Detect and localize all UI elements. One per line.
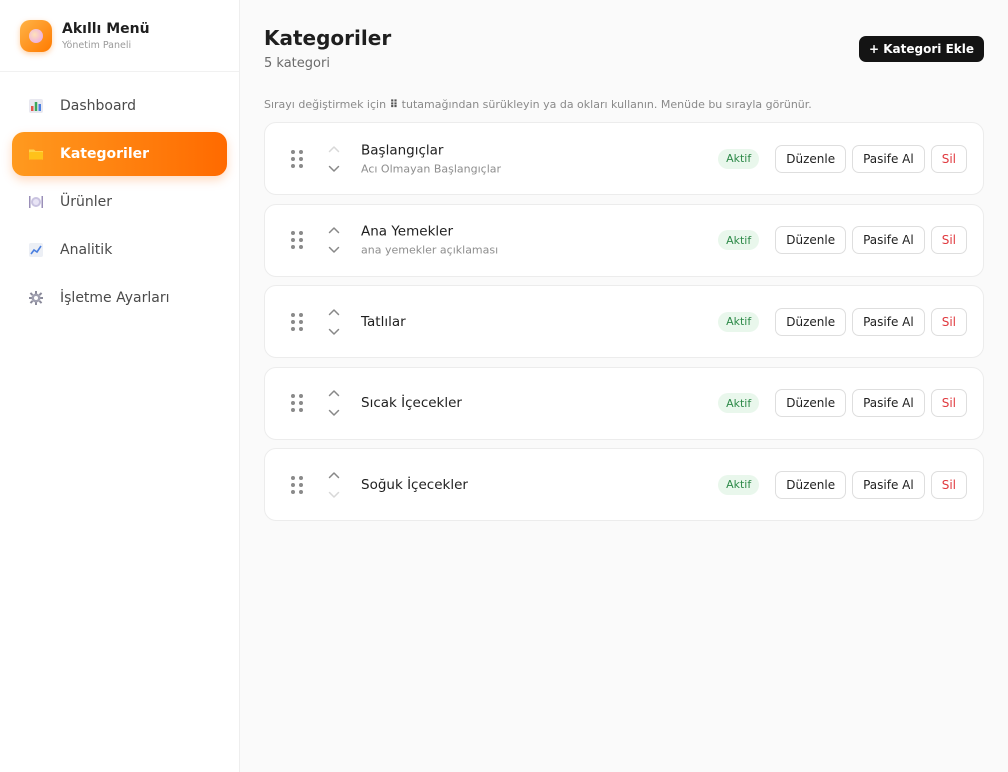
category-list: Başlangıçlar Acı Olmayan Başlangıçlar Ak…: [264, 122, 984, 530]
sidebar-item-kategoriler[interactable]: Kategoriler: [12, 132, 227, 176]
reorder-arrows: [327, 220, 341, 260]
gear-icon: [28, 290, 44, 306]
category-row: Tatlılar Aktif Düzenle Pasife Al Sil: [264, 285, 984, 358]
chevron-up-icon: [328, 227, 340, 234]
deactivate-button[interactable]: Pasife Al: [852, 144, 925, 173]
move-down-button[interactable]: [327, 488, 341, 502]
reorder-arrows: [327, 383, 341, 423]
category-name: Soğuk İçecekler: [361, 476, 468, 493]
brand: Akıllı Menü Yönetim Paneli: [0, 0, 239, 72]
edit-button[interactable]: Düzenle: [775, 389, 847, 417]
delete-button[interactable]: Sil: [930, 389, 967, 417]
sidebar-item-label: Analitik: [60, 242, 113, 258]
category-row: Soğuk İçecekler Aktif Düzenle Pasife Al …: [264, 448, 984, 521]
sidebar-item-urunler[interactable]: Ürünler: [12, 180, 227, 224]
sidebar-item-label: Ürünler: [60, 194, 113, 210]
category-description: Acı Olmayan Başlangıçlar: [361, 162, 502, 175]
move-down-button[interactable]: [327, 325, 341, 339]
sidebar: Akıllı Menü Yönetim Paneli Dashboard Kat…: [0, 0, 240, 772]
logo-icon: [20, 19, 52, 52]
edit-button[interactable]: Düzenle: [775, 144, 847, 173]
plate-icon: [28, 194, 44, 210]
row-actions: Aktif Düzenle Pasife Al Sil: [718, 307, 967, 336]
add-category-button[interactable]: + Kategori Ekle: [859, 36, 984, 62]
chevron-up-icon: [328, 471, 340, 478]
folder-icon: [28, 146, 44, 162]
reorder-arrows: [327, 139, 341, 179]
drag-handle-icon[interactable]: [291, 149, 303, 168]
chevron-down-icon: [328, 246, 340, 253]
deactivate-button[interactable]: Pasife Al: [852, 226, 925, 254]
delete-button[interactable]: Sil: [930, 226, 967, 254]
category-row: Başlangıçlar Acı Olmayan Başlangıçlar Ak…: [264, 122, 984, 195]
category-name: Tatlılar: [361, 313, 406, 330]
edit-button[interactable]: Düzenle: [775, 470, 847, 499]
move-down-button[interactable]: [327, 243, 341, 257]
status-badge: Aktif: [718, 311, 760, 332]
sidebar-item-label: Kategoriler: [60, 146, 150, 162]
deactivate-button[interactable]: Pasife Al: [852, 389, 925, 417]
reorder-arrows: [327, 302, 341, 342]
status-badge: Aktif: [718, 230, 760, 250]
sidebar-item-analitik[interactable]: Analitik: [12, 228, 227, 272]
row-actions: Aktif Düzenle Pasife Al Sil: [718, 389, 967, 417]
row-actions: Aktif Düzenle Pasife Al Sil: [718, 144, 967, 173]
edit-button[interactable]: Düzenle: [775, 307, 847, 336]
edit-button[interactable]: Düzenle: [775, 226, 847, 254]
reorder-arrows: [327, 465, 341, 505]
drag-handle-icon[interactable]: [291, 231, 303, 249]
delete-button[interactable]: Sil: [930, 144, 967, 173]
status-badge: Aktif: [718, 148, 760, 169]
grip-icon: ⠿: [389, 98, 399, 111]
chevron-up-icon: [328, 308, 340, 315]
sidebar-item-label: Dashboard: [60, 98, 136, 114]
chevron-down-icon: [328, 409, 340, 416]
chevron-down-icon: [328, 491, 340, 498]
deactivate-button[interactable]: Pasife Al: [852, 307, 925, 336]
chevron-down-icon: [328, 165, 340, 172]
move-up-button[interactable]: [327, 468, 341, 482]
category-row: Ana Yemekler ana yemekler açıklaması Akt…: [264, 203, 984, 277]
delete-button[interactable]: Sil: [930, 470, 967, 499]
drag-handle-icon[interactable]: [291, 475, 303, 494]
chevron-down-icon: [328, 328, 340, 335]
deactivate-button[interactable]: Pasife Al: [852, 470, 925, 499]
category-name: Sıcak İçecekler: [361, 395, 462, 411]
move-down-button[interactable]: [327, 162, 341, 176]
category-name: Başlangıçlar: [361, 142, 444, 158]
move-up-button[interactable]: [327, 142, 341, 156]
sidebar-item-isletme-ayarlari[interactable]: İşletme Ayarları: [12, 276, 227, 320]
sidebar-nav: Dashboard Kategoriler Ürünler Analitik İ…: [0, 72, 239, 336]
chevron-up-icon: [328, 390, 340, 397]
line-chart-icon: [28, 242, 44, 258]
category-row: Sıcak İçecekler Aktif Düzenle Pasife Al …: [264, 366, 984, 440]
sidebar-item-dashboard[interactable]: Dashboard: [12, 84, 227, 128]
chevron-up-icon: [328, 145, 340, 152]
category-count: 5 kategori: [264, 56, 330, 71]
drag-handle-icon[interactable]: [291, 394, 303, 412]
bar-chart-icon: [28, 98, 44, 114]
category-description: ana yemekler açıklaması: [361, 243, 499, 257]
status-badge: Aktif: [718, 393, 760, 413]
move-up-button[interactable]: [327, 386, 341, 400]
row-actions: Aktif Düzenle Pasife Al Sil: [718, 226, 967, 254]
sidebar-item-label: İşletme Ayarları: [60, 290, 170, 306]
reorder-hint: Sırayı değiştirmek için ⠿ tutamağından s…: [264, 98, 812, 111]
delete-button[interactable]: Sil: [930, 307, 967, 336]
category-name: Ana Yemekler: [361, 223, 453, 240]
drag-handle-icon[interactable]: [291, 312, 303, 331]
status-badge: Aktif: [718, 474, 760, 495]
move-down-button[interactable]: [327, 406, 341, 420]
brand-subtitle: Yönetim Paneli: [62, 39, 132, 51]
brand-title: Akıllı Menü: [62, 20, 150, 37]
move-up-button[interactable]: [327, 305, 341, 319]
move-up-button[interactable]: [327, 223, 341, 237]
page-title: Kategoriler: [264, 26, 392, 50]
row-actions: Aktif Düzenle Pasife Al Sil: [718, 470, 967, 499]
